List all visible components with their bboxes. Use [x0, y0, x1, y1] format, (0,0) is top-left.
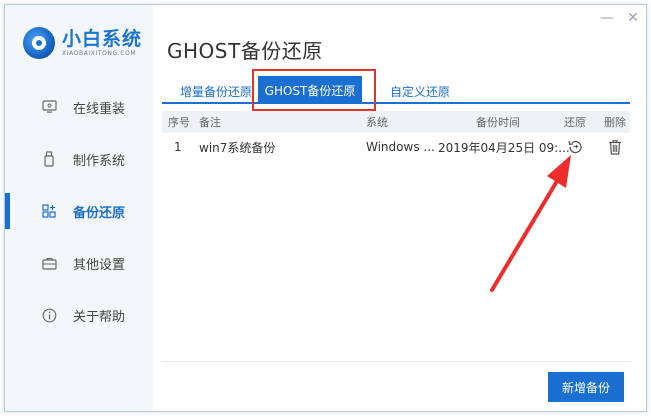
sidebar-item-label: 备份还原: [73, 205, 126, 221]
logo-icon: [23, 27, 55, 59]
sidebar-item-about-help[interactable]: 关于帮助: [5, 289, 153, 341]
tab-custom-restore[interactable]: 自定义还原: [390, 83, 450, 100]
app-subtitle: XIAOBAIXITONG.COM: [62, 50, 137, 57]
sidebar-item-backup-restore[interactable]: 备份还原: [5, 185, 153, 237]
backup-icon: [41, 203, 57, 219]
sidebar-item-label: 其他设置: [73, 257, 126, 273]
header-time: 备份时间: [476, 116, 520, 129]
sidebar-item-label: 制作系统: [73, 153, 126, 169]
sidebar-item-online-reinstall[interactable]: 在线重装: [5, 81, 153, 133]
sidebar-item-make-system[interactable]: 制作系统: [5, 133, 153, 185]
sidebar-nav: 在线重装 制作系统 备份还原 其他设置 关于帮助: [5, 81, 153, 341]
sidebar-item-label: 在线重装: [73, 101, 126, 117]
app-name: 小白系统: [62, 28, 143, 50]
briefcase-icon: [41, 255, 57, 271]
table-row: 1 win7系统备份 Windows ... 2019年04月25日 09:..…: [162, 133, 630, 161]
header-no: 序号: [168, 116, 190, 129]
sidebar: 小白系统 XIAOBAIXITONG.COM 在线重装 制作系统 备份还原 其他…: [5, 5, 153, 411]
info-icon: [41, 307, 57, 323]
row-time: 2019年04月25日 09:...: [438, 140, 570, 155]
table-header: 序号 备注 系统 备份时间 还原 删除: [162, 111, 630, 133]
header-restore: 还原: [564, 116, 586, 129]
usb-icon: [41, 151, 57, 167]
sidebar-item-label: 关于帮助: [73, 309, 126, 325]
tab-ghost-backup[interactable]: GHOST备份还原: [258, 76, 362, 104]
row-note: win7系统备份: [199, 140, 276, 155]
backup-table: 序号 备注 系统 备份时间 还原 删除 1 win7系统备份 Windows .…: [162, 111, 630, 161]
sidebar-item-other-settings[interactable]: 其他设置: [5, 237, 153, 289]
tab-bar: 增量备份还原 GHOST备份还原 自定义还原: [162, 76, 630, 104]
new-backup-button[interactable]: 新增备份: [548, 372, 624, 402]
app-window: 小白系统 XIAOBAIXITONG.COM 在线重装 制作系统 备份还原 其他…: [4, 4, 647, 412]
monitor-icon: [41, 99, 57, 115]
logo: 小白系统 XIAOBAIXITONG.COM: [23, 27, 142, 59]
row-system: Windows ...: [366, 140, 435, 154]
header-note: 备注: [199, 116, 221, 129]
header-system: 系统: [366, 116, 388, 129]
trash-icon[interactable]: [606, 138, 624, 156]
footer-divider: [162, 361, 630, 362]
page-title: GHOST备份还原: [167, 39, 323, 63]
tab-incremental-backup[interactable]: 增量备份还原: [180, 83, 252, 100]
restore-icon[interactable]: [566, 138, 584, 156]
row-no: 1: [174, 140, 182, 154]
main-panel: GHOST备份还原 增量备份还原 GHOST备份还原 自定义还原 序号 备注 系…: [153, 5, 646, 411]
header-delete: 删除: [604, 116, 626, 129]
